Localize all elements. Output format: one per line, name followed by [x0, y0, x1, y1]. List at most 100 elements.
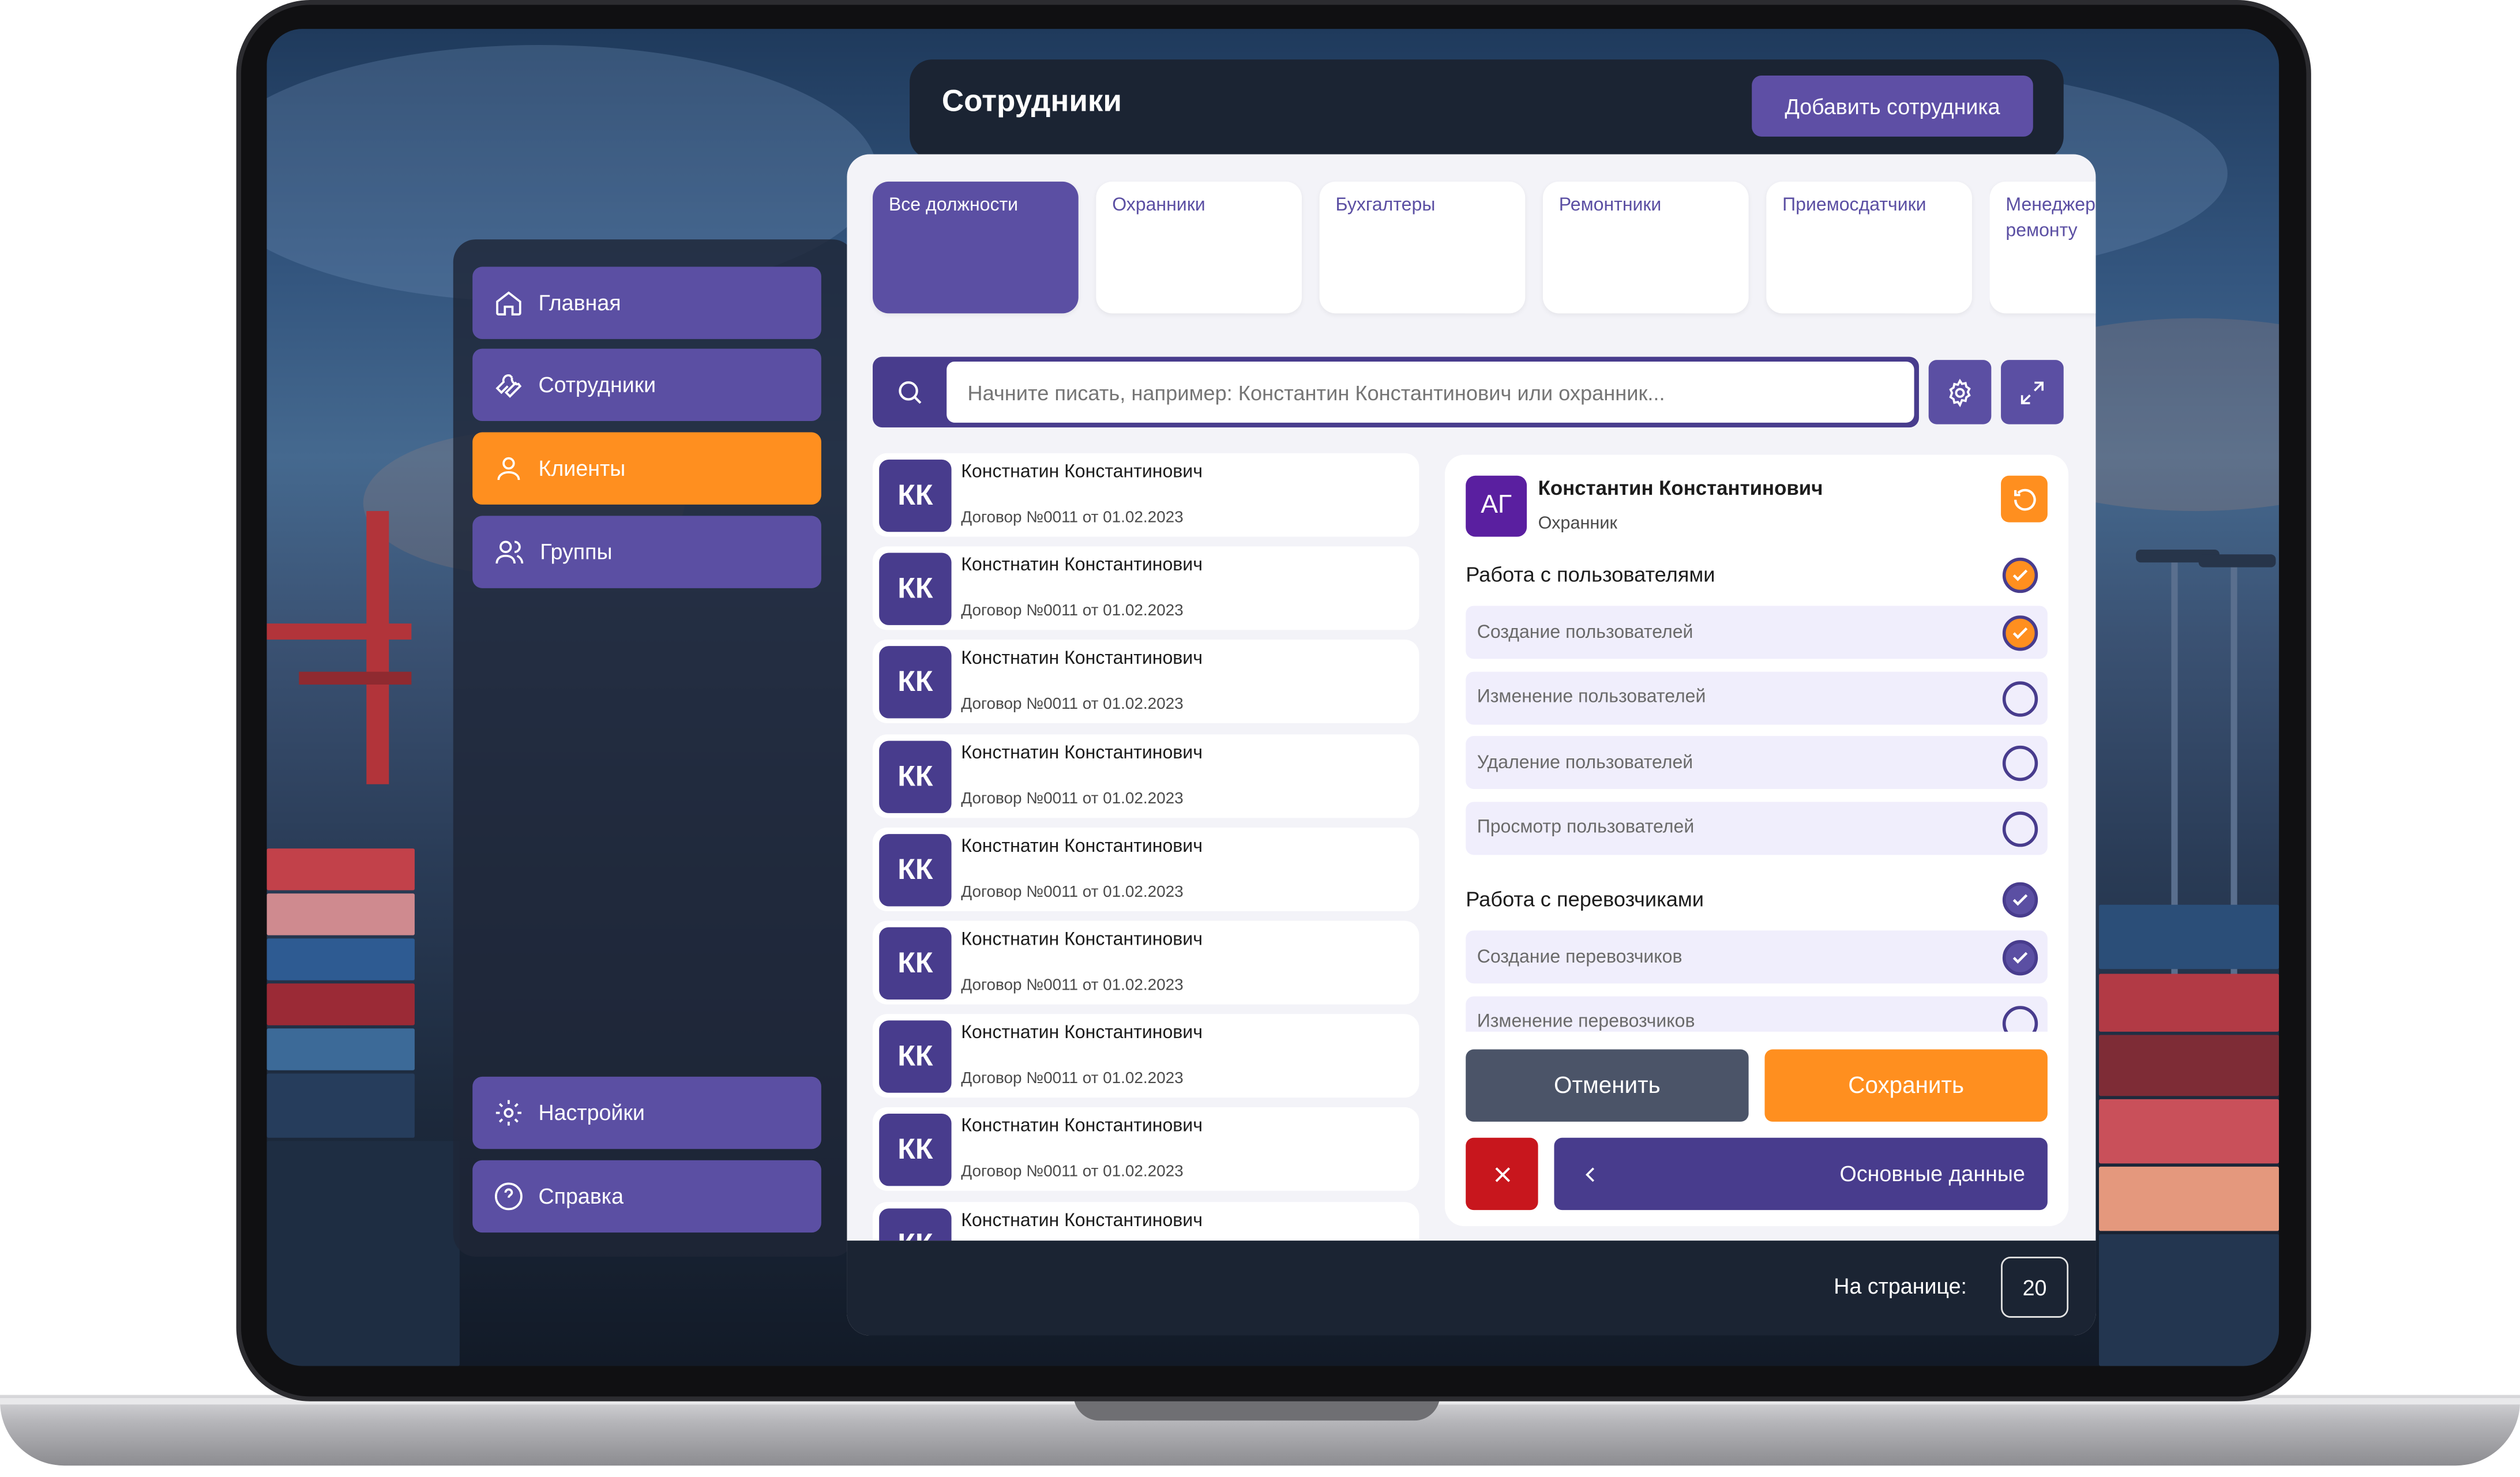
close-icon: [1494, 1166, 1509, 1182]
gear-icon: [495, 1100, 521, 1126]
gear-icon: [1949, 378, 1971, 407]
reset-button[interactable]: [2001, 475, 2048, 523]
tab-all-positions[interactable]: Все должности: [873, 181, 1079, 314]
list-item-name: Констнатин Константинович: [961, 1211, 1203, 1231]
users-icon: [495, 540, 524, 564]
permission-item-label: Просмотр пользователей: [1477, 818, 1695, 837]
check-icon: [2012, 894, 2028, 906]
check-icon: [2012, 569, 2028, 581]
permission-item[interactable]: Просмотр пользователей: [1466, 801, 2048, 854]
permission-item-checkbox[interactable]: [2002, 681, 2038, 716]
permission-item-label: Изменение перевозчиков: [1477, 1012, 1695, 1032]
sidebar-item-home[interactable]: Главная: [472, 266, 821, 339]
permission-item-checkbox[interactable]: [2002, 940, 2038, 976]
avatar: АГ: [1466, 475, 1527, 537]
permission-item[interactable]: Изменение перевозчиков: [1466, 995, 2048, 1032]
list-item-contract: Договор №0011 от 01.02.2023: [961, 696, 1184, 715]
tab-repair-manager[interactable]: Менеджер по ремонту: [1989, 181, 2096, 314]
home-icon: [496, 291, 521, 315]
avatar: КК: [879, 833, 952, 906]
tab-repairmen[interactable]: Ремонтники: [1542, 181, 1749, 314]
sidebar-item-help[interactable]: Справка: [472, 1160, 821, 1233]
employee-name: Константин Константинович: [1538, 477, 1823, 500]
check-icon: [2012, 627, 2028, 639]
avatar: КК: [879, 1114, 952, 1187]
delete-button[interactable]: [1466, 1137, 1538, 1211]
list-item-name: Констнатин Константинович: [961, 837, 1203, 856]
sidebar-item-label: Сотрудники: [538, 373, 656, 397]
tab-receivers[interactable]: Приемосдатчики: [1766, 181, 1972, 314]
search-input[interactable]: [947, 361, 1914, 423]
sidebar-item-employees[interactable]: Сотрудники: [472, 348, 821, 422]
per-page-label: На странице:: [1834, 1274, 1967, 1299]
avatar: КК: [879, 927, 952, 1000]
list-item-name: Констнатин Константинович: [961, 1024, 1203, 1043]
expand-button[interactable]: [2001, 360, 2064, 424]
permission-section-checkbox[interactable]: [2002, 882, 2038, 918]
sidebar-item-settings[interactable]: Настройки: [472, 1076, 821, 1149]
list-item-name: Констнатин Константинович: [961, 556, 1203, 576]
tab-accountants[interactable]: Бухгалтеры: [1319, 181, 1526, 314]
sidebar-item-label: Настройки: [538, 1100, 645, 1125]
sidebar-item-groups[interactable]: Группы: [472, 516, 821, 588]
sidebar-item-label: Клиенты: [538, 456, 626, 481]
chevron-left-icon: [1586, 1167, 1594, 1181]
permission-item[interactable]: Удаление пользователей: [1466, 736, 2048, 790]
main-data-label: Основные данные: [1839, 1162, 2025, 1186]
list-item-contract: Договор №0011 от 01.02.2023: [961, 509, 1184, 527]
employee-list: КК Констнатин Константинович Договор №0011…: [847, 450, 1441, 1241]
tab-overflow-clip: Менеджер по ремонту: [1989, 154, 2096, 331]
permission-item[interactable]: Создание перевозчиков: [1466, 930, 2048, 984]
page-title: Сотрудники: [941, 85, 1122, 119]
list-item-name: Констнатин Константинович: [961, 649, 1203, 670]
avatar: КК: [879, 1020, 952, 1093]
permission-section-checkbox[interactable]: [2002, 557, 2038, 593]
avatar: КК: [879, 553, 952, 626]
avatar: КК: [879, 459, 952, 532]
list-item-contract: Договор №0011 от 01.02.2023: [961, 603, 1184, 621]
search-icon: [899, 381, 922, 404]
permission-section-title: Работа с перевозчиками: [1466, 887, 1704, 911]
list-item-name: Констнатин Константинович: [961, 743, 1203, 763]
list-item-contract: Договор №0011 от 01.02.2023: [961, 1070, 1184, 1088]
permission-item[interactable]: Создание пользователей: [1466, 606, 2048, 659]
list-item-contract: Договор №0011 от 01.02.2023: [961, 790, 1184, 808]
expand-icon: [2020, 381, 2044, 404]
list-item-contract: Договор №0011 от 01.02.2023: [961, 1164, 1184, 1182]
sidebar-item-label: Справка: [538, 1184, 624, 1209]
list-item-name: Констнатин Константинович: [961, 930, 1203, 950]
permission-item-label: Удаление пользователей: [1477, 753, 1693, 772]
search-button[interactable]: [881, 363, 938, 421]
per-page-select[interactable]: 20: [2001, 1256, 2069, 1318]
avatar: КК: [879, 1208, 952, 1241]
employee-role: Охранник: [1538, 514, 1617, 534]
permission-item-checkbox[interactable]: [2002, 615, 2038, 651]
save-button[interactable]: Сохранить: [1764, 1049, 2048, 1122]
check-icon: [2012, 952, 2028, 964]
avatar: КК: [879, 647, 952, 719]
help-icon: [494, 1182, 523, 1211]
user-icon: [497, 457, 520, 480]
list-item-contract: Договор №0011 от 01.02.2023: [961, 977, 1184, 995]
permission-item-checkbox[interactable]: [2002, 810, 2038, 847]
permission-item-label: Создание перевозчиков: [1477, 947, 1682, 967]
cancel-button[interactable]: Отменить: [1466, 1049, 1749, 1122]
sidebar-item-label: Группы: [540, 540, 613, 565]
list-item-contract: Договор №0011 от 01.02.2023: [961, 883, 1184, 901]
sidebar-item-clients[interactable]: Клиенты: [472, 432, 821, 505]
permission-item-checkbox[interactable]: [2002, 745, 2038, 781]
main-data-button[interactable]: Основные данные: [1554, 1137, 2048, 1211]
refresh-icon: [2013, 488, 2035, 510]
permission-item-label: Создание пользователей: [1477, 622, 1693, 642]
filter-settings-button[interactable]: [1928, 360, 1992, 424]
avatar: КК: [879, 740, 952, 813]
tab-guards[interactable]: Охранники: [1096, 181, 1302, 314]
permission-item-label: Изменение пользователей: [1477, 687, 1706, 708]
permissions-list: Работа с пользователями Создание пользова…: [1445, 546, 2068, 1032]
sidebar-item-label: Главная: [538, 291, 621, 315]
list-item-name: Констнатин Константинович: [961, 463, 1203, 482]
add-employee-button[interactable]: Добавить сотрудника: [1752, 75, 2033, 137]
list-item-name: Констнатин Константинович: [961, 1117, 1203, 1137]
permission-section-title: Работа с пользователями: [1466, 562, 1715, 587]
permission-item[interactable]: Изменение пользователей: [1466, 671, 2048, 724]
